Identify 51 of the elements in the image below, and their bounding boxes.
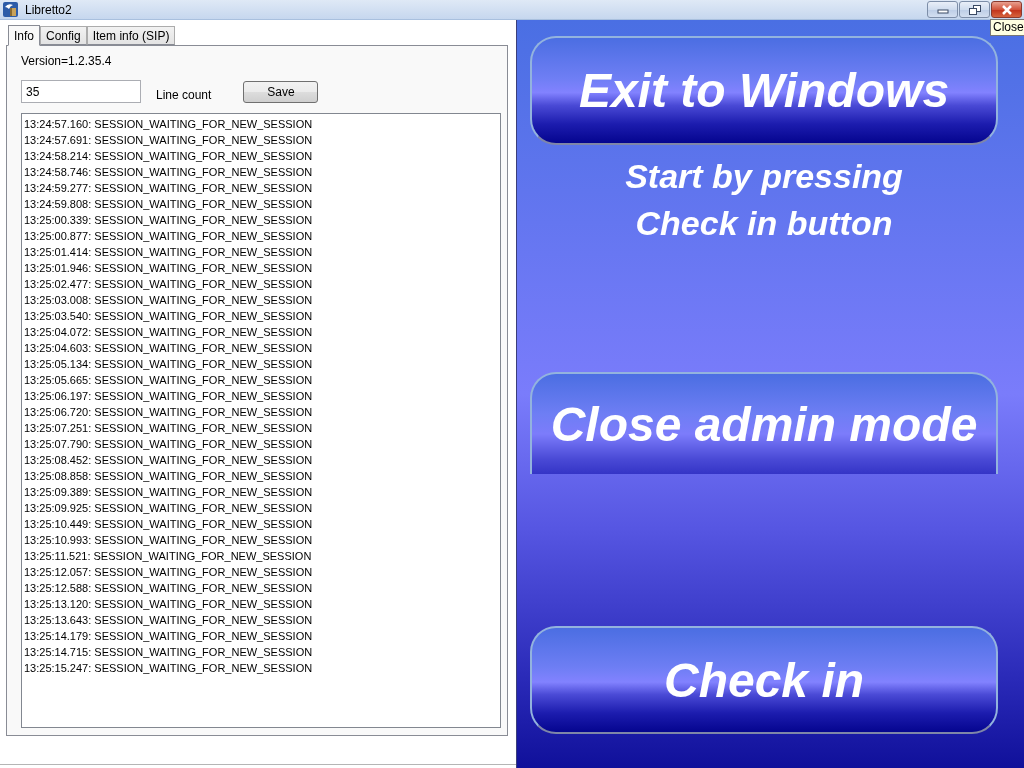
line-count-label: Line count <box>156 88 212 102</box>
log-line: 13:25:04.072: SESSION_WAITING_FOR_NEW_SESSION <box>24 324 313 340</box>
log-line: 13:25:07.251: SESSION_WAITING_FOR_NEW_SESSION <box>24 420 313 436</box>
line-count-field[interactable]: 35 <box>21 80 141 104</box>
restore-button[interactable] <box>959 1 990 18</box>
log-line: 13:25:02.477: SESSION_WAITING_FOR_NEW_SESSION <box>24 276 313 292</box>
log-line: 13:25:01.414: SESSION_WAITING_FOR_NEW_SESSION <box>24 244 313 260</box>
log-line: 13:24:58.746: SESSION_WAITING_FOR_NEW_SESSION <box>24 164 313 180</box>
log-line: 13:25:06.197: SESSION_WAITING_FOR_NEW_SESSION <box>24 388 313 404</box>
tab[interactable]: Info <box>8 25 40 46</box>
window-title: Libretto2 <box>25 2 72 17</box>
log-line: 13:25:10.993: SESSION_WAITING_FOR_NEW_SESSION <box>24 532 313 548</box>
log-line: 13:25:03.540: SESSION_WAITING_FOR_NEW_SESSION <box>24 308 313 324</box>
log-line: 13:25:09.925: SESSION_WAITING_FOR_NEW_SESSION <box>24 500 313 516</box>
log-line: 13:24:59.808: SESSION_WAITING_FOR_NEW_SESSION <box>24 196 313 212</box>
close-icon <box>999 4 1014 15</box>
log-line: 13:25:05.134: SESSION_WAITING_FOR_NEW_SESSION <box>24 356 313 372</box>
log-line: 13:25:03.008: SESSION_WAITING_FOR_NEW_SESSION <box>24 292 313 308</box>
log-line: 13:24:57.160: SESSION_WAITING_FOR_NEW_SESSION <box>24 116 313 132</box>
tab[interactable]: Config <box>40 26 87 45</box>
log-line: 13:25:04.603: SESSION_WAITING_FOR_NEW_SESSION <box>24 340 313 356</box>
log-line: 13:24:58.214: SESSION_WAITING_FOR_NEW_SESSION <box>24 148 313 164</box>
log-line: 13:25:14.179: SESSION_WAITING_FOR_NEW_SESSION <box>24 628 313 644</box>
log-line: 13:25:09.389: SESSION_WAITING_FOR_NEW_SESSION <box>24 484 313 500</box>
log-line: 13:25:08.858: SESSION_WAITING_FOR_NEW_SESSION <box>24 468 313 484</box>
log-line: 13:24:59.277: SESSION_WAITING_FOR_NEW_SESSION <box>24 180 313 196</box>
close-button[interactable] <box>991 1 1022 18</box>
log-line: 13:25:01.946: SESSION_WAITING_FOR_NEW_SESSION <box>24 260 313 276</box>
version-text: Version=1.2.35.4 <box>21 54 112 69</box>
instruction-text: Start by pressing Check in button <box>625 156 903 244</box>
log-line: 13:24:57.691: SESSION_WAITING_FOR_NEW_SESSION <box>24 132 313 148</box>
log-line: 13:25:13.120: SESSION_WAITING_FOR_NEW_SESSION <box>24 596 313 612</box>
save-button[interactable]: Save <box>243 81 319 103</box>
check-in-button[interactable]: Check in <box>530 626 998 734</box>
log-line: 13:25:13.643: SESSION_WAITING_FOR_NEW_SESSION <box>24 612 313 628</box>
log-line: 13:25:00.877: SESSION_WAITING_FOR_NEW_SESSION <box>24 228 313 244</box>
log-line: 13:25:12.588: SESSION_WAITING_FOR_NEW_SESSION <box>24 580 313 596</box>
log-line: 13:25:07.790: SESSION_WAITING_FOR_NEW_SESSION <box>24 436 313 452</box>
log-line: 13:25:05.665: SESSION_WAITING_FOR_NEW_SESSION <box>24 372 313 388</box>
close-tooltip: Close <box>990 19 1024 36</box>
log-line: 13:25:00.339: SESSION_WAITING_FOR_NEW_SESSION <box>24 212 313 228</box>
log-line: 13:25:08.452: SESSION_WAITING_FOR_NEW_SESSION <box>24 452 313 468</box>
app-icon <box>3 2 18 17</box>
log-line: 13:25:15.247: SESSION_WAITING_FOR_NEW_SESSION <box>24 660 313 676</box>
tab[interactable]: Item info (SIP) <box>86 26 176 45</box>
restore-icon <box>967 4 982 15</box>
log-line: 13:25:14.715: SESSION_WAITING_FOR_NEW_SESSION <box>24 644 313 660</box>
log-line: 13:25:12.057: SESSION_WAITING_FOR_NEW_SESSION <box>24 564 313 580</box>
log-line: 13:25:10.449: SESSION_WAITING_FOR_NEW_SESSION <box>24 516 313 532</box>
log-line: 13:25:06.720: SESSION_WAITING_FOR_NEW_SESSION <box>24 404 313 420</box>
log-line: 13:25:11.521: SESSION_WAITING_FOR_NEW_SESSION <box>24 548 312 564</box>
